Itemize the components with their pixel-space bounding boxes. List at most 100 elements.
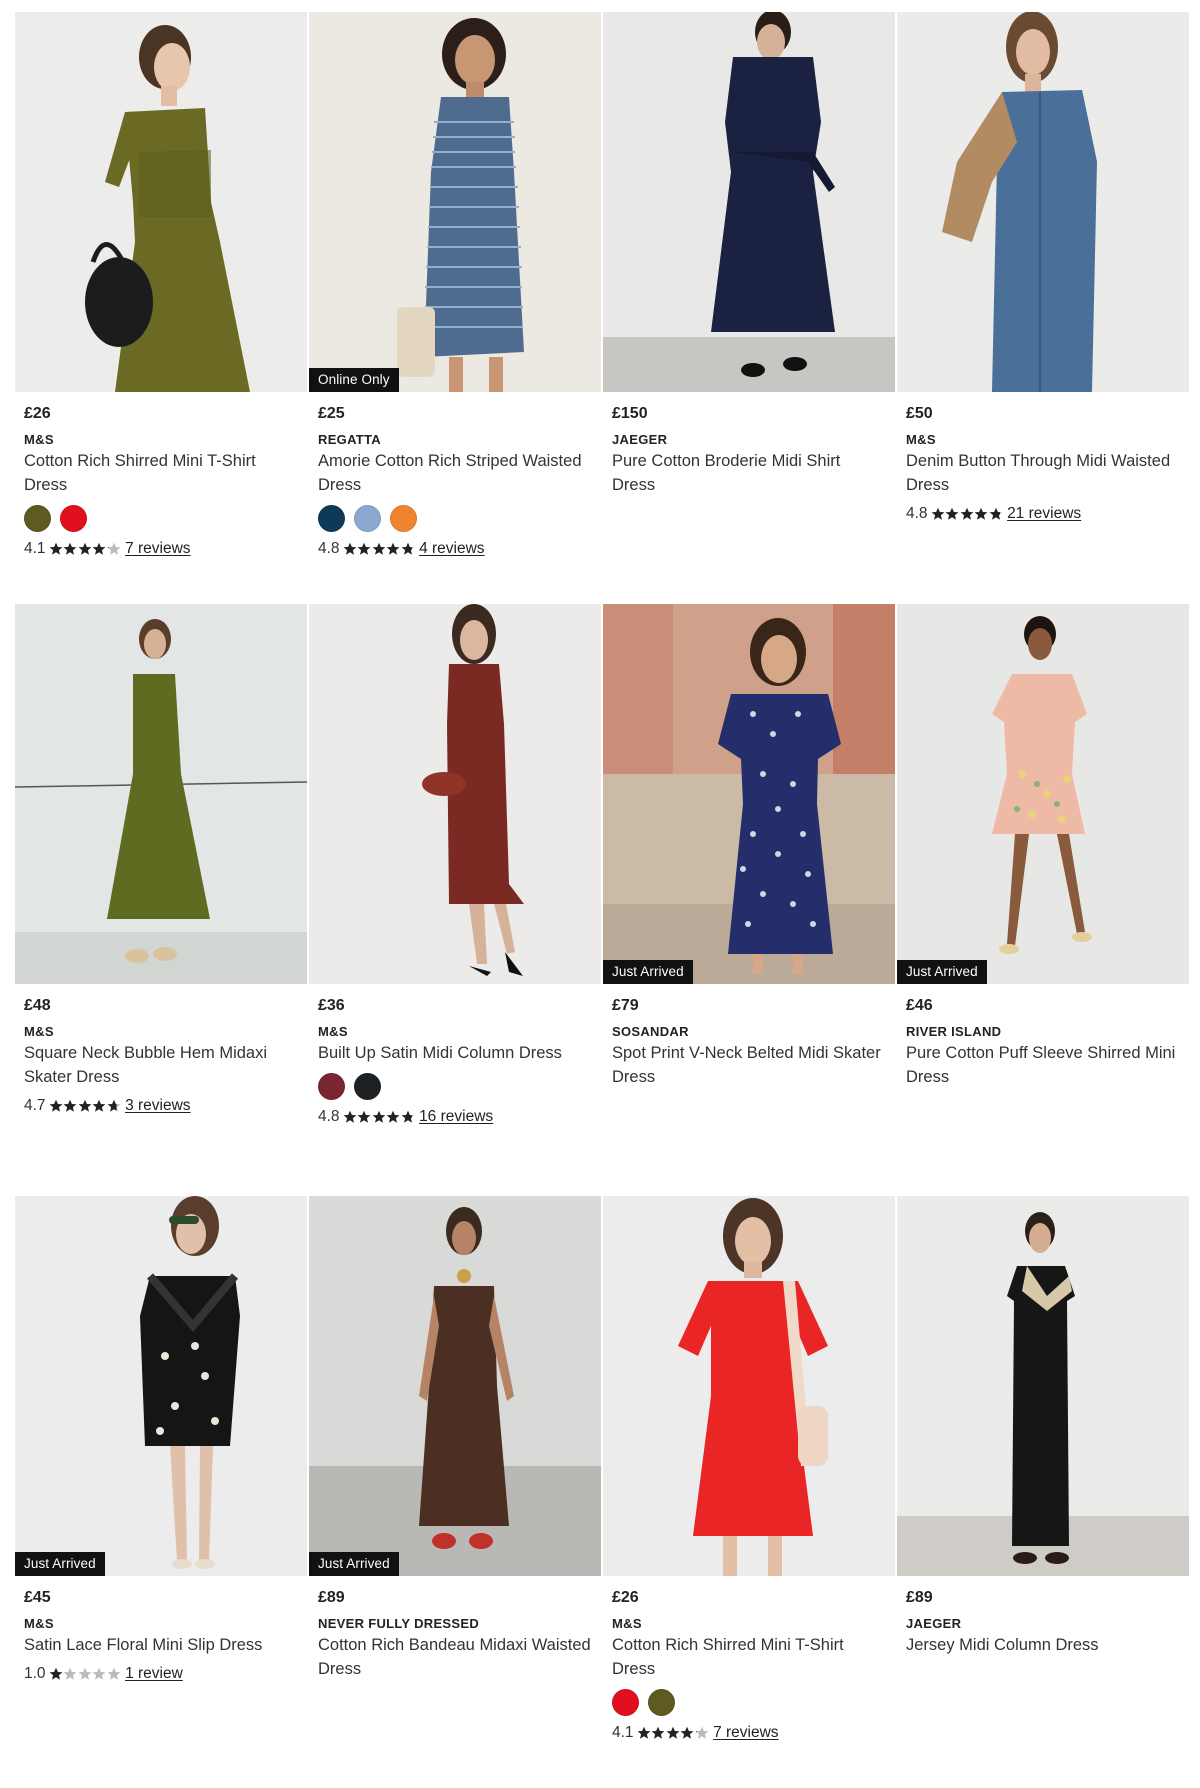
product-brand: M&S [24,1616,54,1631]
product-brand: SOSANDAR [612,1024,689,1039]
color-swatch[interactable] [612,1689,639,1716]
product-brand: M&S [612,1616,642,1631]
product-name[interactable]: Satin Lace Floral Mini Slip Dress [24,1633,298,1657]
product-card[interactable]: £48 M&S Square Neck Bubble Hem Midaxi Sk… [15,604,307,1196]
product-name[interactable]: Denim Button Through Midi Waisted Dress [906,449,1180,497]
star-icon [666,1726,679,1739]
star-icon [49,1099,62,1112]
star-icon [989,507,1002,520]
star-icon [401,1110,414,1123]
rating-value: 4.8 [318,1108,340,1125]
product-image[interactable]: Just Arrived [15,1196,307,1576]
product-name[interactable]: Cotton Rich Shirred Mini T-Shirt Dress [24,449,298,497]
color-swatch[interactable] [318,1073,345,1100]
product-price: £89 [906,1589,933,1606]
product-image[interactable]: Just Arrived [603,604,895,984]
rating-value: 1.0 [24,1665,46,1682]
product-image[interactable] [897,12,1189,392]
product-image[interactable] [15,12,307,392]
rating-value: 4.1 [24,540,46,557]
reviews-link[interactable]: 4 reviews [419,538,484,560]
just-arrived-badge: Just Arrived [15,1552,105,1576]
product-brand: M&S [24,1024,54,1039]
reviews-link[interactable]: 3 reviews [125,1095,190,1117]
product-brand: M&S [318,1024,348,1039]
product-image[interactable] [15,604,307,984]
product-rating: 4.8 16 reviews [318,1106,592,1128]
product-price: £26 [612,1589,639,1606]
product-card[interactable]: £36 M&S Built Up Satin Midi Column Dress… [309,604,601,1196]
star-icon [357,542,371,555]
star-icon [49,1667,62,1680]
product-card[interactable]: £26 M&S Cotton Rich Shirred Mini T-Shirt… [15,12,307,604]
reviews-link[interactable]: 7 reviews [713,1722,778,1744]
reviews-link[interactable]: 16 reviews [419,1106,493,1128]
reviews-link[interactable]: 7 reviews [125,538,190,560]
product-price: £25 [318,405,345,422]
product-image[interactable] [603,1196,895,1576]
product-name[interactable]: Spot Print V-Neck Belted Midi Skater Dre… [612,1041,886,1089]
color-swatch[interactable] [318,505,345,532]
color-swatch[interactable] [60,505,87,532]
product-card[interactable]: Just Arrived £89 NEVER FULLY DRESSED Cot… [309,1196,601,1788]
rating-stars [49,1667,122,1681]
product-price: £26 [24,405,51,422]
product-brand: JAEGER [612,432,668,447]
product-card[interactable]: Just Arrived £46 RIVER ISLAND Pure Cotto… [897,604,1189,1196]
product-brand: JAEGER [906,1616,962,1631]
product-image[interactable]: Just Arrived [897,604,1189,984]
color-swatch[interactable] [24,505,51,532]
color-swatch[interactable] [648,1689,675,1716]
product-price: £46 [906,997,933,1014]
product-name[interactable]: Cotton Rich Shirred Mini T-Shirt Dress [612,1633,886,1681]
product-card[interactable]: £89 JAEGER Jersey Midi Column Dress [897,1196,1189,1788]
product-rating: 4.8 21 reviews [906,503,1180,525]
product-name[interactable]: Cotton Rich Bandeau Midaxi Waisted Dress [318,1633,592,1681]
product-rating: 4.1 7 reviews [612,1722,886,1744]
product-name[interactable]: Pure Cotton Puff Sleeve Shirred Mini Dre… [906,1041,1180,1089]
product-price: £89 [318,1589,345,1606]
star-icon [92,542,106,555]
star-icon [386,542,400,555]
color-swatch[interactable] [354,1073,381,1100]
star-icon [680,1726,694,1739]
product-card[interactable]: £50 M&S Denim Button Through Midi Waiste… [897,12,1189,604]
product-image[interactable] [603,12,895,392]
reviews-link[interactable]: 21 reviews [1007,503,1081,525]
rating-stars [637,1726,710,1740]
star-icon [695,1726,708,1739]
color-swatches [612,1689,886,1716]
star-icon [372,542,385,555]
product-card[interactable]: Online Only £25 REGATTA Amorie Cotton Ri… [309,12,601,604]
reviews-link[interactable]: 1 review [125,1663,183,1685]
product-price: £48 [24,997,51,1014]
product-name[interactable]: Built Up Satin Midi Column Dress [318,1041,592,1065]
star-icon [63,1667,77,1680]
color-swatches [318,1073,592,1100]
color-swatch[interactable] [354,505,381,532]
product-card[interactable]: Just Arrived £79 SOSANDAR Spot Print V-N… [603,604,895,1196]
product-brand: NEVER FULLY DRESSED [318,1616,480,1631]
rating-value: 4.1 [612,1724,634,1741]
color-swatches [318,505,592,532]
star-icon [78,1099,91,1112]
rating-value: 4.8 [906,505,928,522]
product-image[interactable] [897,1196,1189,1576]
star-icon [386,1110,400,1123]
product-image[interactable] [309,604,601,984]
product-image[interactable]: Just Arrived [309,1196,601,1576]
product-name[interactable]: Square Neck Bubble Hem Midaxi Skater Dre… [24,1041,298,1089]
product-card[interactable]: £150 JAEGER Pure Cotton Broderie Midi Sh… [603,12,895,604]
product-name[interactable]: Jersey Midi Column Dress [906,1633,1180,1657]
product-image[interactable]: Online Only [309,12,601,392]
star-icon [107,1667,120,1680]
product-card[interactable]: Just Arrived £45 M&S Satin Lace Floral M… [15,1196,307,1788]
star-icon [401,542,414,555]
star-icon [343,1110,356,1123]
product-name[interactable]: Amorie Cotton Rich Striped Waisted Dress [318,449,592,497]
product-name[interactable]: Pure Cotton Broderie Midi Shirt Dress [612,449,886,497]
star-icon [78,1667,91,1680]
rating-stars [49,542,122,556]
product-card[interactable]: £26 M&S Cotton Rich Shirred Mini T-Shirt… [603,1196,895,1788]
color-swatch[interactable] [390,505,417,532]
